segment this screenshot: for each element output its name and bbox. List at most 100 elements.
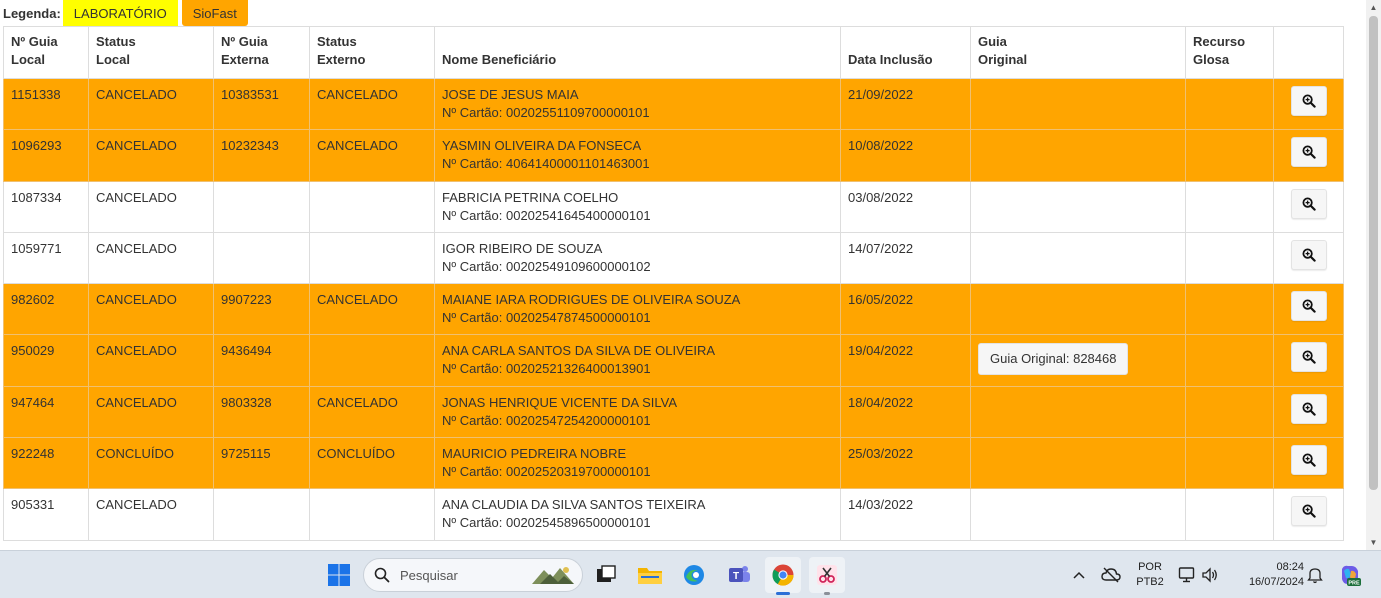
- network-monitor-icon: [1178, 567, 1195, 583]
- show-hidden-icons-button[interactable]: [1068, 557, 1090, 593]
- header-guia-externa[interactable]: Nº Guia Externa: [213, 26, 310, 79]
- beneficiario-cartao: Nº Cartão: 00202549109600000102: [442, 258, 651, 274]
- keyboard-language-indicator[interactable]: POR PTB2: [1131, 560, 1169, 590]
- web-page-viewport: Legenda: LABORATÓRIO SioFast Nº Guia Loca…: [0, 0, 1366, 550]
- beneficiario-cartao: Nº Cartão: 00202541645400000101: [442, 207, 651, 223]
- cell-recurso-glosa: [1185, 180, 1274, 233]
- edge-browser-button[interactable]: [676, 557, 712, 593]
- header-status-local[interactable]: Status Local: [88, 26, 214, 79]
- header-recurso-glosa[interactable]: Recurso Glosa: [1185, 26, 1274, 79]
- snipping-tool-button[interactable]: [809, 557, 845, 595]
- view-details-button[interactable]: [1290, 137, 1327, 168]
- chrome-button[interactable]: [765, 557, 801, 595]
- legend-badge-siofast: SioFast: [181, 0, 248, 26]
- teams-button[interactable]: T: [721, 557, 757, 593]
- table-row[interactable]: 1151338 CANCELADO 10383531 CANCELADO JOS…: [3, 77, 1344, 131]
- table-row[interactable]: 905331 CANCELADO ANA CLAUDIA DA SILVA SA…: [3, 488, 1344, 541]
- search-icon: [374, 567, 390, 583]
- header-data-inclusao[interactable]: Data Inclusão: [840, 26, 971, 79]
- guia-original-button[interactable]: Guia Original: 828468: [978, 343, 1129, 376]
- view-details-button[interactable]: [1290, 291, 1327, 322]
- scrollbar-thumb[interactable]: [1369, 16, 1378, 490]
- beneficiario-nome: YASMIN OLIVEIRA DA FONSECA: [442, 138, 642, 154]
- cell-nome-beneficiario: YASMIN OLIVEIRA DA FONSECA Nº Cartão: 406…: [434, 129, 841, 182]
- header-nome-beneficiario[interactable]: Nome Beneficiário: [434, 26, 841, 79]
- svg-text:T: T: [733, 571, 739, 582]
- beneficiario-cartao: Nº Cartão: 00202521326400013901: [442, 361, 651, 377]
- notifications-button[interactable]: [1304, 557, 1326, 593]
- cell-data-inclusao: 16/05/2022: [840, 283, 971, 336]
- header-guia-original[interactable]: Guia Original: [970, 26, 1186, 79]
- cell-actions: [1273, 488, 1344, 541]
- table-row[interactable]: 1096293 CANCELADO 10232343 CANCELADO YAS…: [3, 129, 1344, 182]
- cell-nome-beneficiario: ANA CARLA SANTOS DA SILVA DE OLIVEIRA Nº …: [434, 334, 841, 387]
- cell-status-local: CANCELADO: [88, 129, 214, 182]
- view-details-button[interactable]: [1290, 496, 1327, 527]
- view-details-button[interactable]: [1290, 342, 1327, 373]
- cell-data-inclusao: 03/08/2022: [840, 180, 971, 233]
- cell-status-local: CANCELADO: [88, 385, 214, 439]
- cell-status-externo: CANCELADO: [309, 129, 435, 182]
- cell-nome-beneficiario: ANA CLAUDIA DA SILVA SANTOS TEIXEIRA Nº C…: [434, 488, 841, 541]
- table-row[interactable]: 950029 CANCELADO 9436494 ANA CARLA SANTO…: [3, 334, 1344, 387]
- cloud-offline-icon: [1101, 567, 1121, 583]
- view-details-button[interactable]: [1290, 239, 1327, 270]
- table-row[interactable]: 1059771 CANCELADO IGOR RIBEIRO DE SOUZA N…: [3, 231, 1344, 285]
- cell-guia-externa: [213, 180, 310, 233]
- header-guia-local[interactable]: Nº Guia Local: [3, 26, 89, 79]
- running-app-indicator: [824, 592, 830, 595]
- cell-nome-beneficiario: JONAS HENRIQUE VICENTE DA SILVA Nº Cartão…: [434, 385, 841, 439]
- zoom-in-icon: [1302, 453, 1316, 467]
- cell-recurso-glosa: [1185, 385, 1274, 439]
- cell-status-externo: [309, 488, 435, 541]
- clock-time: 08:24: [1276, 561, 1304, 573]
- cell-guia-externa: 9907223: [213, 283, 310, 336]
- view-details-button[interactable]: [1290, 188, 1327, 219]
- cell-data-inclusao: 14/03/2022: [840, 488, 971, 541]
- scroll-up-arrow-icon[interactable]: ▲: [1366, 0, 1381, 15]
- task-view-button[interactable]: [588, 557, 624, 593]
- cell-nome-beneficiario: MAURICIO PEDREIRA NOBRE Nº Cartão: 002025…: [434, 437, 841, 490]
- header-status-externo[interactable]: Status Externo: [309, 26, 435, 79]
- cell-guia-externa: [213, 488, 310, 541]
- zoom-in-icon: [1302, 350, 1316, 365]
- table-row[interactable]: 1087334 CANCELADO FABRICIA PETRINA COELH…: [3, 180, 1344, 233]
- cell-recurso-glosa: [1185, 437, 1274, 490]
- zoom-in-icon: [1302, 94, 1316, 108]
- taskbar-clock[interactable]: 08:24 16/07/2024: [1232, 560, 1304, 590]
- beneficiario-nome: ANA CARLA SANTOS DA SILVA DE OLIVEIRA: [442, 343, 716, 359]
- onedrive-status-button[interactable]: [1099, 557, 1123, 593]
- file-explorer-button[interactable]: [632, 557, 668, 593]
- zoom-in-icon: [1302, 402, 1316, 416]
- zoom-in-icon: [1302, 145, 1316, 159]
- beneficiario-nome: MAIANE IARA RODRIGUES DE OLIVEIRA SOUZA: [442, 292, 741, 308]
- cell-guia-local: 947464: [3, 385, 89, 439]
- copilot-button[interactable]: PRE: [1336, 557, 1364, 593]
- cell-actions: [1273, 283, 1344, 336]
- cell-guia-externa: 9725115: [213, 437, 310, 490]
- cell-status-local: CANCELADO: [88, 231, 214, 285]
- cell-guia-local: 905331: [3, 488, 89, 541]
- cell-actions: [1273, 180, 1344, 233]
- table-row[interactable]: 947464 CANCELADO 9803328 CANCELADO JONAS…: [3, 385, 1344, 439]
- chrome-icon: [772, 564, 794, 586]
- legend-label: Legenda:: [3, 5, 61, 21]
- cell-recurso-glosa: [1185, 231, 1274, 285]
- taskbar-search-box[interactable]: Pesquisar: [363, 558, 583, 592]
- scroll-down-arrow-icon[interactable]: ▼: [1366, 535, 1381, 550]
- network-button[interactable]: [1176, 557, 1198, 593]
- cell-guia-original: [970, 231, 1186, 285]
- beneficiario-nome: JONAS HENRIQUE VICENTE DA SILVA: [442, 394, 678, 410]
- zoom-in-icon: [1302, 248, 1316, 262]
- file-explorer-icon: [638, 568, 662, 584]
- cell-status-externo: CANCELADO: [309, 283, 435, 336]
- windows-start-button[interactable]: [323, 557, 355, 593]
- volume-button[interactable]: [1199, 557, 1221, 593]
- vertical-scrollbar[interactable]: ▲ ▼: [1366, 0, 1381, 550]
- table-row[interactable]: 982602 CANCELADO 9907223 CANCELADO MAIAN…: [3, 283, 1344, 336]
- view-details-button[interactable]: [1290, 393, 1327, 424]
- view-details-button[interactable]: [1290, 86, 1327, 116]
- cell-guia-original: [970, 180, 1186, 233]
- view-details-button[interactable]: [1290, 445, 1327, 476]
- table-row[interactable]: 922248 CONCLUÍDO 9725115 CONCLUÍDO MAURI…: [3, 437, 1344, 490]
